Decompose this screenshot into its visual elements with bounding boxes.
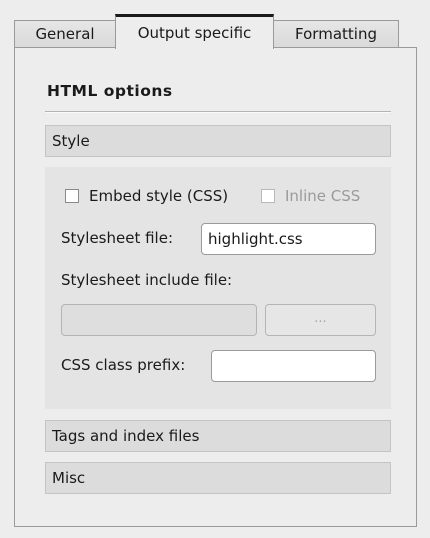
tab-formatting[interactable]: Formatting: [273, 20, 399, 48]
inline-css-checkbox[interactable]: [261, 189, 275, 203]
inline-css-label: Inline CSS: [285, 187, 361, 205]
css-prefix-label: CSS class prefix:: [61, 356, 186, 374]
inline-css-row: Inline CSS: [261, 187, 360, 205]
embed-style-checkbox[interactable]: [65, 189, 79, 203]
stylesheet-include-input[interactable]: [61, 304, 257, 336]
stylesheet-include-label: Stylesheet include file:: [61, 271, 233, 289]
misc-group-header[interactable]: Misc: [45, 462, 391, 494]
tab-output-specific[interactable]: Output specific: [115, 14, 274, 49]
browse-button[interactable]: ...: [265, 304, 376, 336]
tab-panel: HTML options Style Embed style (CSS) Inl…: [14, 47, 417, 527]
css-prefix-input[interactable]: [211, 350, 376, 382]
tags-group-header[interactable]: Tags and index files: [45, 420, 391, 452]
embed-style-label: Embed style (CSS): [89, 187, 229, 205]
style-group-header[interactable]: Style: [45, 125, 391, 157]
embed-style-row: Embed style (CSS): [65, 187, 228, 205]
stylesheet-file-input[interactable]: [201, 223, 376, 255]
tab-general[interactable]: General: [14, 20, 116, 48]
style-group-body: Embed style (CSS) Inline CSS Stylesheet …: [45, 167, 391, 409]
stylesheet-file-label: Stylesheet file:: [61, 229, 174, 247]
section-divider: [45, 111, 391, 113]
section-title: HTML options: [47, 82, 173, 100]
